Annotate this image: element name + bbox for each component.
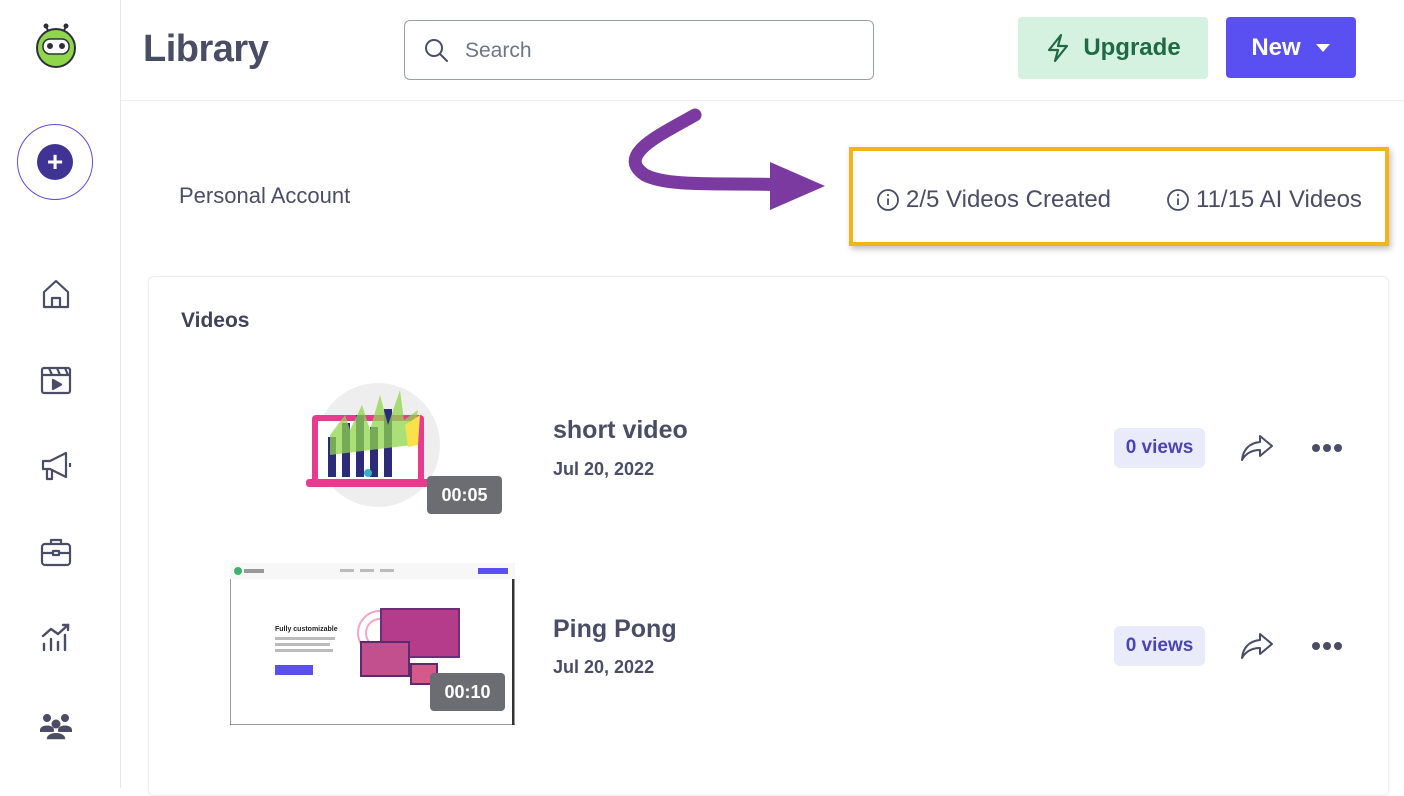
info-icon [1167,189,1189,211]
video-row[interactable]: Fully customizable 00:10 Ping Pong Jul 2… [150,563,1387,733]
plus-icon: + [37,144,73,180]
analytics-icon[interactable] [38,620,74,656]
more-options-icon[interactable] [1310,440,1344,456]
search-box[interactable] [404,20,874,80]
video-library-icon[interactable] [38,362,74,398]
account-name: Personal Account [179,183,351,208]
briefcase-icon[interactable] [38,534,74,570]
share-icon[interactable] [1240,631,1274,661]
more-options-icon[interactable] [1310,638,1344,654]
info-icon [877,189,899,211]
video-date: Jul 20, 2022 [553,459,655,479]
videos-created-usage[interactable]: 2/5 Videos Created [876,186,1111,214]
video-row[interactable]: 00:05 short video Jul 20, 2022 0 views [150,370,1387,540]
logo-robot-icon[interactable] [34,22,78,68]
lightning-icon [1048,33,1069,63]
video-date: Jul 20, 2022 [553,657,655,677]
video-duration: 00:10 [430,673,505,711]
new-label: New [1251,33,1301,61]
megaphone-icon[interactable] [38,448,74,484]
team-icon[interactable] [38,707,74,743]
video-title[interactable]: short video [553,416,688,445]
videos-section-title: Videos [181,309,250,332]
thumbnail-heading: Fully customizable [275,626,338,633]
chevron-down-icon [1315,43,1330,52]
header: Library Upgrade New [121,0,1404,101]
ai-videos-usage[interactable]: 11/15 AI Videos [1166,186,1362,214]
video-title[interactable]: Ping Pong [553,615,677,644]
upgrade-button[interactable]: Upgrade [1018,17,1208,79]
page-title: Library [143,28,269,70]
annotation-arrow [628,108,825,210]
views-badge[interactable]: 0 views [1114,428,1205,468]
create-button[interactable]: + [17,124,93,200]
upgrade-label: Upgrade [1083,34,1181,61]
videos-created-text: 2/5 Videos Created [906,186,1112,213]
search-input[interactable] [463,33,857,69]
sidebar: + [0,0,121,788]
home-icon[interactable] [38,276,74,312]
views-badge[interactable]: 0 views [1114,626,1205,666]
video-duration: 00:05 [427,476,502,514]
search-icon [425,39,448,62]
share-icon[interactable] [1240,433,1274,463]
ai-videos-text: 11/15 AI Videos [1196,186,1362,213]
new-button[interactable]: New [1226,17,1356,78]
